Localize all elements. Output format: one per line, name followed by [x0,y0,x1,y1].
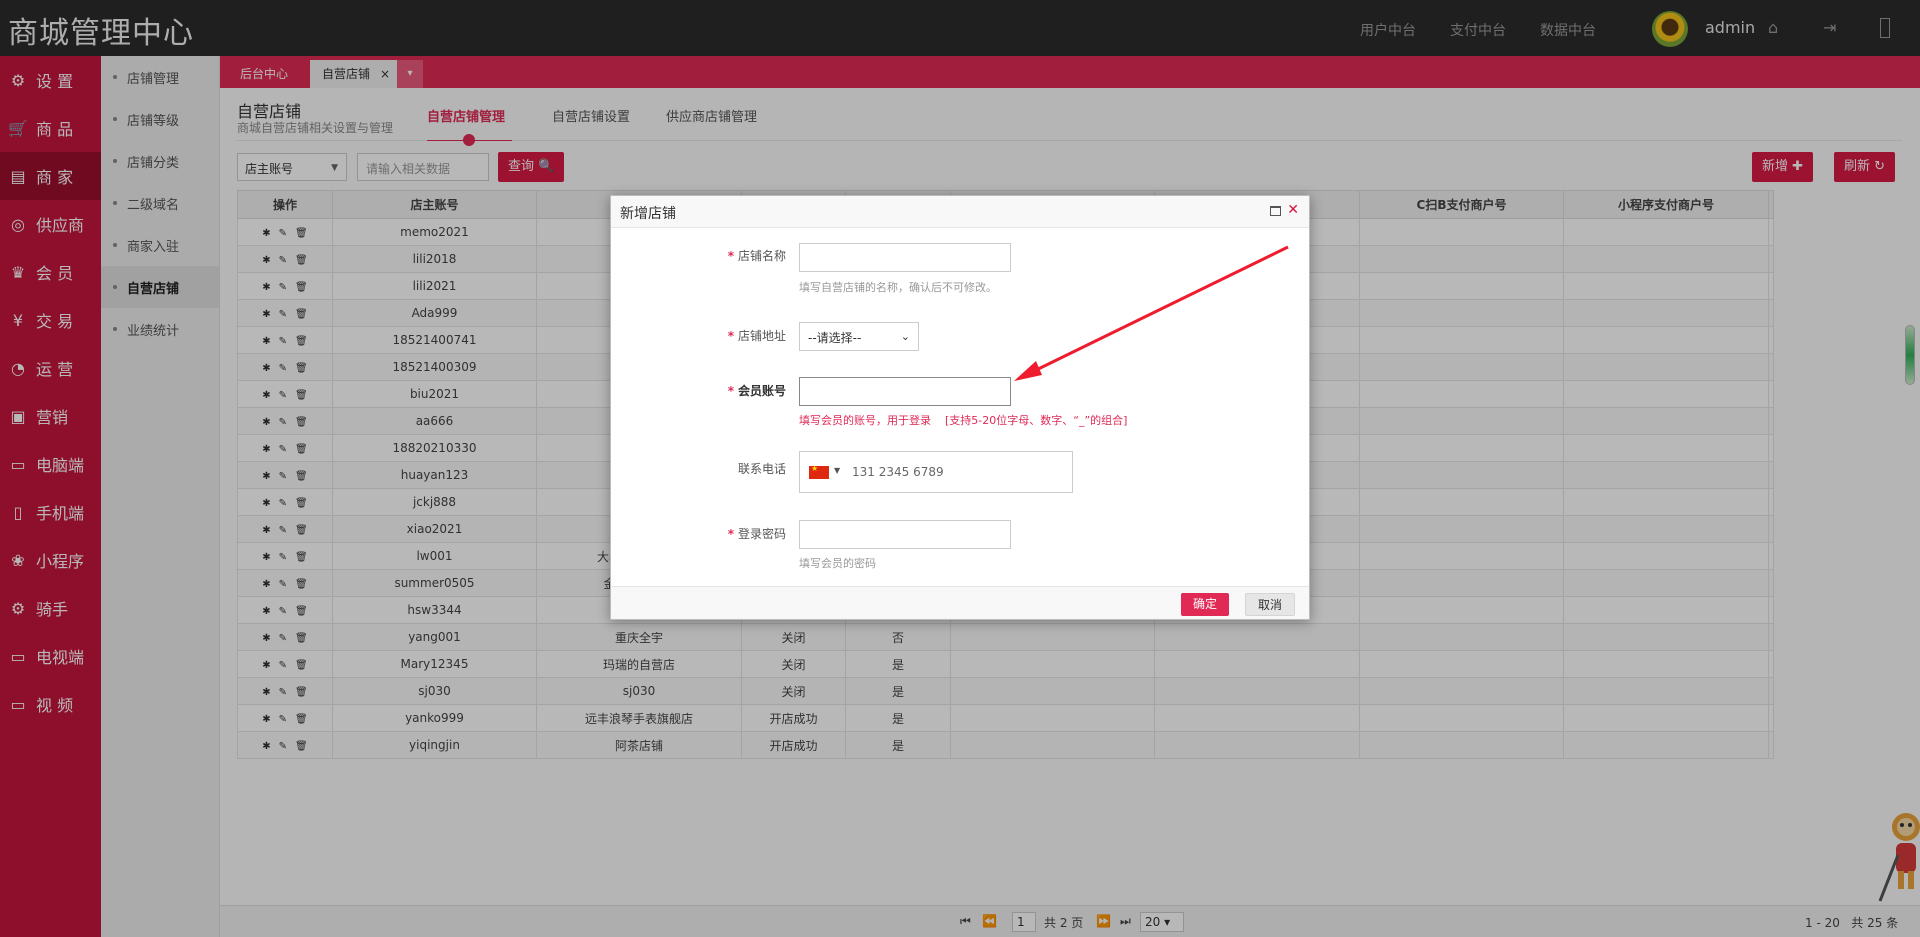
chevron-down-icon[interactable]: ▼ [834,466,840,475]
shop-name-input[interactable] [799,243,1011,272]
password-label: * 登录密码 [727,527,786,541]
shop-name-hint: 填写自营店铺的名称，确认后不可修改。 [799,281,997,294]
shop-address-value: --请选择-- [808,331,862,345]
phone-placeholder: 131 2345 6789 [852,465,944,479]
phone-label: 联系电话 [737,462,786,476]
member-account-hint: 填写会员的账号，用于登录 [支持5-20位字母、数字、“_”的组合] [799,414,1128,427]
member-account-input[interactable] [799,377,1011,406]
confirm-button[interactable]: 确定 [1181,593,1230,616]
dialog-footer: 确定 取消 [611,586,1309,619]
password-input[interactable] [799,520,1011,549]
arrow-annotation [1014,245,1289,381]
add-store-dialog: 新增店铺 ✕ * 店铺名称 填写自营店铺的名称，确认后不可修改。 * 店铺地址 --… [610,195,1310,620]
close-icon[interactable]: ✕ [1287,202,1299,218]
dialog-title: 新增店铺 [620,206,676,222]
dialog-header: 新增店铺 ✕ [611,196,1309,228]
china-flag-icon[interactable] [809,464,829,479]
cancel-button[interactable]: 取消 [1245,593,1296,616]
shop-name-label: * 店铺名称 [727,249,786,263]
shop-address-label: * 店铺地址 [727,329,786,343]
phone-input[interactable]: ▼ 131 2345 6789 [799,451,1073,493]
shop-address-select[interactable]: --请选择-- ⌄ [799,322,919,351]
maximize-icon[interactable] [1270,206,1281,216]
password-hint: 填写会员的密码 [799,557,876,570]
chevron-down-icon: ⌄ [900,330,910,343]
member-account-label: * 会员账号 [727,384,786,398]
